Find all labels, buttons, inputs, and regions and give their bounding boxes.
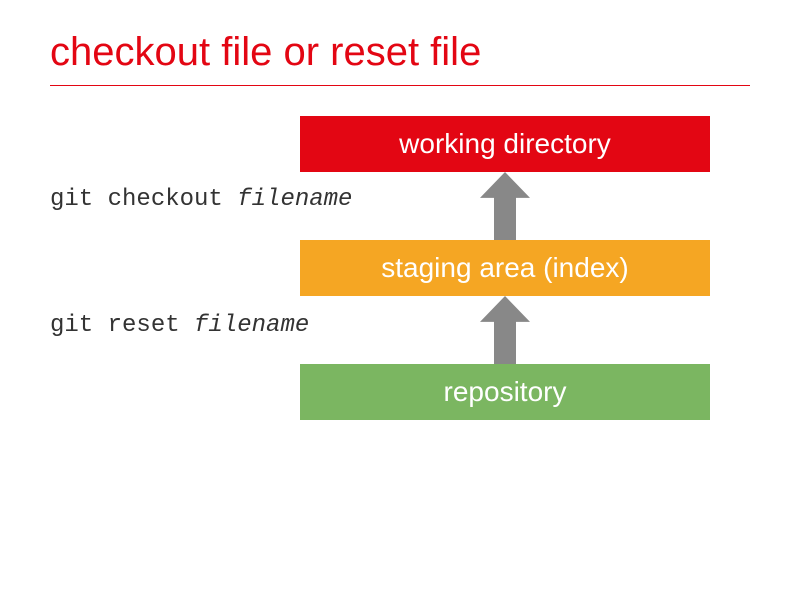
cmd-checkout-text: git checkout [50, 186, 237, 213]
slide-title: checkout file or reset file [0, 0, 800, 85]
cmd-checkout-arg: filename [237, 186, 352, 213]
cmd-checkout: git checkout filename [50, 186, 352, 213]
box-repository: repository [300, 364, 710, 420]
cmd-reset-arg: filename [194, 312, 309, 339]
arrow-up-icon [480, 172, 530, 240]
box-staging-area: staging area (index) [300, 240, 710, 296]
box-working-directory: working directory [300, 116, 710, 172]
cmd-reset-text: git reset [50, 312, 194, 339]
cmd-reset: git reset filename [50, 312, 309, 339]
title-rule [50, 85, 750, 86]
arrow-up-icon [480, 296, 530, 364]
